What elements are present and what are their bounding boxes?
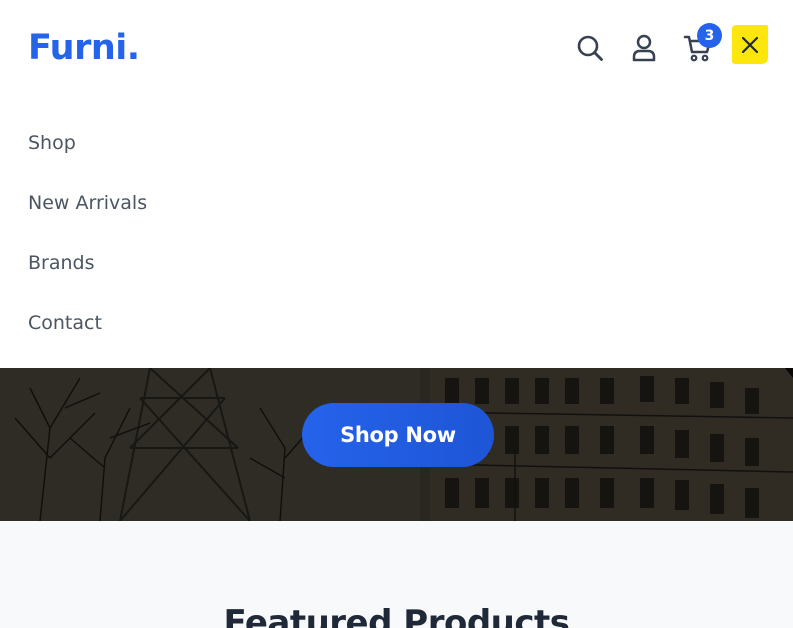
nav-item-brands[interactable]: Brands <box>28 250 95 276</box>
user-icon <box>632 34 656 62</box>
site-header: Furni. 3 <box>0 0 793 96</box>
cart-count-badge: 3 <box>697 23 722 48</box>
search-icon <box>577 35 603 61</box>
mobile-nav-menu: Shop New Arrivals Brands Contact <box>0 96 793 368</box>
nav-item-shop[interactable]: Shop <box>28 130 76 156</box>
nav-item-new-arrivals[interactable]: New Arrivals <box>28 190 147 216</box>
brand-logo[interactable]: Furni. <box>28 28 140 68</box>
featured-products-section: Featured Products <box>0 521 793 628</box>
account-button[interactable] <box>624 28 664 68</box>
shop-now-button[interactable]: Shop Now <box>302 403 494 467</box>
hero-banner: Shop Now <box>0 368 793 521</box>
featured-products-heading: Featured Products <box>223 603 570 628</box>
nav-item-contact[interactable]: Contact <box>28 310 102 336</box>
close-menu-button[interactable] <box>732 25 768 64</box>
search-button[interactable] <box>570 28 610 68</box>
close-icon <box>741 36 759 53</box>
